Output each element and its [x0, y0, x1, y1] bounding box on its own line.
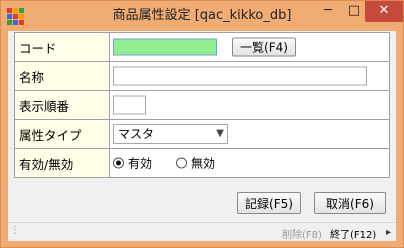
radio-active-indicator[interactable]: [113, 157, 124, 169]
title-bar[interactable]: 商品属性設定 [qac_kikko_db] ─ □ ✕: [1, 1, 403, 31]
status-bar: ⋮ 削除(F8) 終了(F12) ▸: [8, 222, 396, 241]
attribute-type-label: 属性タイプ: [14, 119, 110, 149]
close-button[interactable]: ✕: [365, 1, 403, 22]
display-order-label: 表示順番: [14, 90, 110, 120]
radio-inactive[interactable]: 無効: [176, 155, 215, 172]
attribute-type-value: マスタ: [118, 127, 155, 141]
form-row-attribute-type: 属性タイプ マスタ ▼: [14, 119, 390, 149]
form-row-code: コード 一覧(F4): [14, 32, 390, 62]
chevron-down-icon[interactable]: ▼: [216, 125, 224, 143]
display-order-input[interactable]: [113, 95, 146, 115]
delete-shortcut[interactable]: 削除(F8): [282, 226, 322, 241]
active-radio-group: 有効 無効: [113, 155, 239, 172]
radio-inactive-label: 無効: [191, 156, 216, 171]
minimize-button[interactable]: ─: [315, 1, 341, 22]
resize-grip-icon[interactable]: ▸: [386, 227, 391, 238]
radio-inactive-indicator[interactable]: [176, 157, 188, 169]
form-row-name: 名称: [14, 61, 390, 91]
form-panel: コード 一覧(F4) 名称 表示順番 属性タイプ マスタ ▼ 有効/無効 有効 …: [8, 31, 396, 241]
save-button[interactable]: 記録(F5): [237, 192, 301, 214]
cancel-button[interactable]: 取消(F6): [314, 192, 386, 214]
radio-active[interactable]: 有効: [113, 155, 152, 172]
status-grip-dots: ⋮: [10, 225, 20, 236]
exit-shortcut[interactable]: 終了(F12): [330, 226, 376, 241]
attribute-type-select[interactable]: マスタ ▼: [113, 124, 228, 144]
code-label: コード: [14, 32, 110, 62]
form-row-active: 有効/無効 有効 無効: [14, 148, 390, 178]
code-input[interactable]: [113, 38, 217, 56]
radio-active-label: 有効: [128, 156, 153, 171]
attribute-form: コード 一覧(F4) 名称 表示順番 属性タイプ マスタ ▼ 有効/無効 有効 …: [14, 32, 390, 178]
form-row-display-order: 表示順番: [14, 90, 390, 120]
code-lookup-button[interactable]: 一覧(F4): [232, 37, 296, 57]
app-window: 商品属性設定 [qac_kikko_db] ─ □ ✕ コード 一覧(F4) 名…: [0, 0, 404, 248]
active-label: 有効/無効: [14, 148, 110, 178]
maximize-button[interactable]: □: [341, 1, 367, 22]
name-label: 名称: [14, 61, 110, 91]
name-input[interactable]: [113, 66, 367, 86]
